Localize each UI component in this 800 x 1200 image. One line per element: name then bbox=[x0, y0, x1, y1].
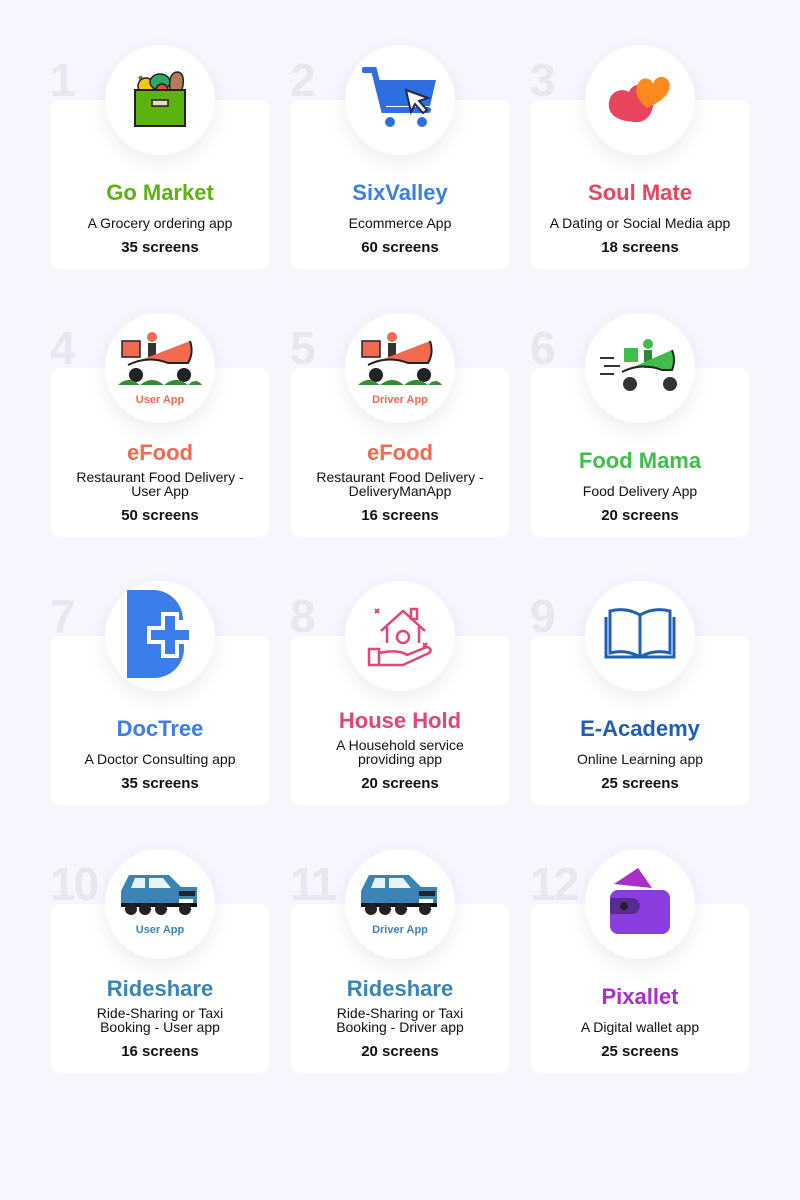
app-type-label: User App bbox=[135, 923, 185, 936]
screen-count: 35 screens bbox=[121, 239, 199, 256]
card-number: 12 bbox=[530, 858, 579, 910]
grocery-bag-icon bbox=[132, 68, 188, 133]
green-scooter-icon bbox=[598, 338, 682, 399]
screen-count: 20 screens bbox=[601, 507, 679, 524]
app-card[interactable]: 10 Rideshare Ride-Sharing or Taxi Bookin… bbox=[50, 849, 270, 1073]
screen-count: 18 screens bbox=[601, 239, 679, 256]
app-title: Rideshare bbox=[106, 976, 214, 1001]
card-number: 1 bbox=[50, 54, 76, 106]
card-number: 8 bbox=[290, 590, 316, 642]
card-number: 6 bbox=[530, 322, 556, 374]
screen-count: 35 screens bbox=[121, 775, 199, 792]
app-description: Online Learning app bbox=[576, 751, 704, 767]
app-description: A Dating or Social Media app bbox=[549, 215, 731, 231]
delivery-scooter-icon bbox=[358, 331, 442, 392]
app-card[interactable]: 7 DocTree A Doctor Consulting app 35 scr… bbox=[50, 581, 270, 805]
screen-count: 25 screens bbox=[601, 775, 679, 792]
card-number: 5 bbox=[290, 322, 316, 374]
icon-circle: Driver App bbox=[345, 313, 455, 423]
icon-circle bbox=[585, 849, 695, 959]
app-type-label: User App bbox=[135, 393, 185, 406]
app-card[interactable]: 6 Food Mama Food Delivery App 20 screens bbox=[530, 313, 750, 537]
app-title: Go Market bbox=[106, 180, 214, 205]
shopping-cart-icon bbox=[361, 66, 438, 135]
screen-count: 20 screens bbox=[361, 775, 439, 792]
app-description: Restaurant Food Delivery - User App bbox=[76, 469, 244, 499]
card-number: 7 bbox=[50, 590, 76, 642]
screen-count: 50 screens bbox=[121, 507, 199, 524]
card-number: 10 bbox=[50, 858, 99, 910]
icon-circle bbox=[105, 45, 215, 155]
car-icon bbox=[119, 873, 201, 922]
card-number: 9 bbox=[530, 590, 556, 642]
house-hand-icon bbox=[367, 601, 433, 672]
app-description: Ride-Sharing or Taxi Booking - User app bbox=[96, 1005, 224, 1035]
hearts-icon bbox=[607, 72, 673, 129]
app-card[interactable]: 3 Soul Mate A Dating or Social Media app… bbox=[530, 45, 750, 269]
app-type-label: Driver App bbox=[372, 923, 428, 936]
app-title: Food Mama bbox=[578, 448, 702, 473]
screen-count: 16 screens bbox=[121, 1043, 199, 1060]
icon-circle bbox=[105, 581, 215, 691]
screen-count: 16 screens bbox=[361, 507, 439, 524]
app-description: Ride-Sharing or Taxi Booking - Driver ap… bbox=[336, 1005, 464, 1035]
app-title: Pixallet bbox=[601, 984, 679, 1009]
app-description: A Household service providing app bbox=[336, 737, 464, 767]
app-title: House Hold bbox=[338, 708, 462, 733]
app-title: SixValley bbox=[352, 180, 448, 205]
app-description: Ecommerce App bbox=[348, 215, 452, 231]
open-book-icon bbox=[603, 607, 677, 666]
app-card[interactable]: 4 eFood Restaurant Food Delivery - User … bbox=[50, 313, 270, 537]
app-card[interactable]: 2 SixValley Ecommerce App 60 screens bbox=[290, 45, 510, 269]
app-type-label: Driver App bbox=[372, 393, 428, 406]
card-number: 11 bbox=[290, 858, 337, 910]
app-card[interactable]: 8 House Hold A Household service providi… bbox=[290, 581, 510, 805]
medical-cross-icon bbox=[125, 588, 195, 685]
screen-count: 20 screens bbox=[361, 1043, 439, 1060]
icon-circle: Driver App bbox=[345, 849, 455, 959]
screen-count: 25 screens bbox=[601, 1043, 679, 1060]
app-description: Food Delivery App bbox=[582, 483, 698, 499]
app-title: eFood bbox=[367, 440, 433, 465]
app-title: eFood bbox=[127, 440, 193, 465]
app-card[interactable]: 12 Pixallet A Digital wallet app 25 scre… bbox=[530, 849, 750, 1073]
card-number: 4 bbox=[50, 322, 76, 374]
app-description: A Doctor Consulting app bbox=[84, 751, 236, 767]
screen-count: 60 screens bbox=[361, 239, 439, 256]
card-number: 3 bbox=[530, 54, 556, 106]
app-title: E-Academy bbox=[580, 716, 700, 741]
app-title: Rideshare bbox=[346, 976, 454, 1001]
icon-circle bbox=[345, 581, 455, 691]
icon-circle bbox=[585, 581, 695, 691]
wallet-icon bbox=[608, 866, 672, 943]
app-card[interactable]: 1 Go Market A Grocery ordering app 35 sc… bbox=[50, 45, 270, 269]
app-title: DocTree bbox=[116, 716, 204, 741]
app-card[interactable]: 9 E-Academy Online Learning app 25 scree… bbox=[530, 581, 750, 805]
icon-circle bbox=[585, 313, 695, 423]
delivery-scooter-icon bbox=[118, 331, 202, 392]
app-card[interactable]: 5 eFood Restaurant Food Delivery - Deliv… bbox=[290, 313, 510, 537]
icon-circle bbox=[345, 45, 455, 155]
card-number: 2 bbox=[290, 54, 316, 106]
app-card[interactable]: 11 Rideshare Ride-Sharing or Taxi Bookin… bbox=[290, 849, 510, 1073]
icon-circle: User App bbox=[105, 313, 215, 423]
icon-circle: User App bbox=[105, 849, 215, 959]
icon-circle bbox=[585, 45, 695, 155]
app-description: A Digital wallet app bbox=[580, 1019, 700, 1035]
car-icon bbox=[359, 873, 441, 922]
app-description: Restaurant Food Delivery - DeliveryManAp… bbox=[316, 469, 484, 499]
app-description: A Grocery ordering app bbox=[87, 215, 233, 231]
app-title: Soul Mate bbox=[588, 180, 692, 205]
